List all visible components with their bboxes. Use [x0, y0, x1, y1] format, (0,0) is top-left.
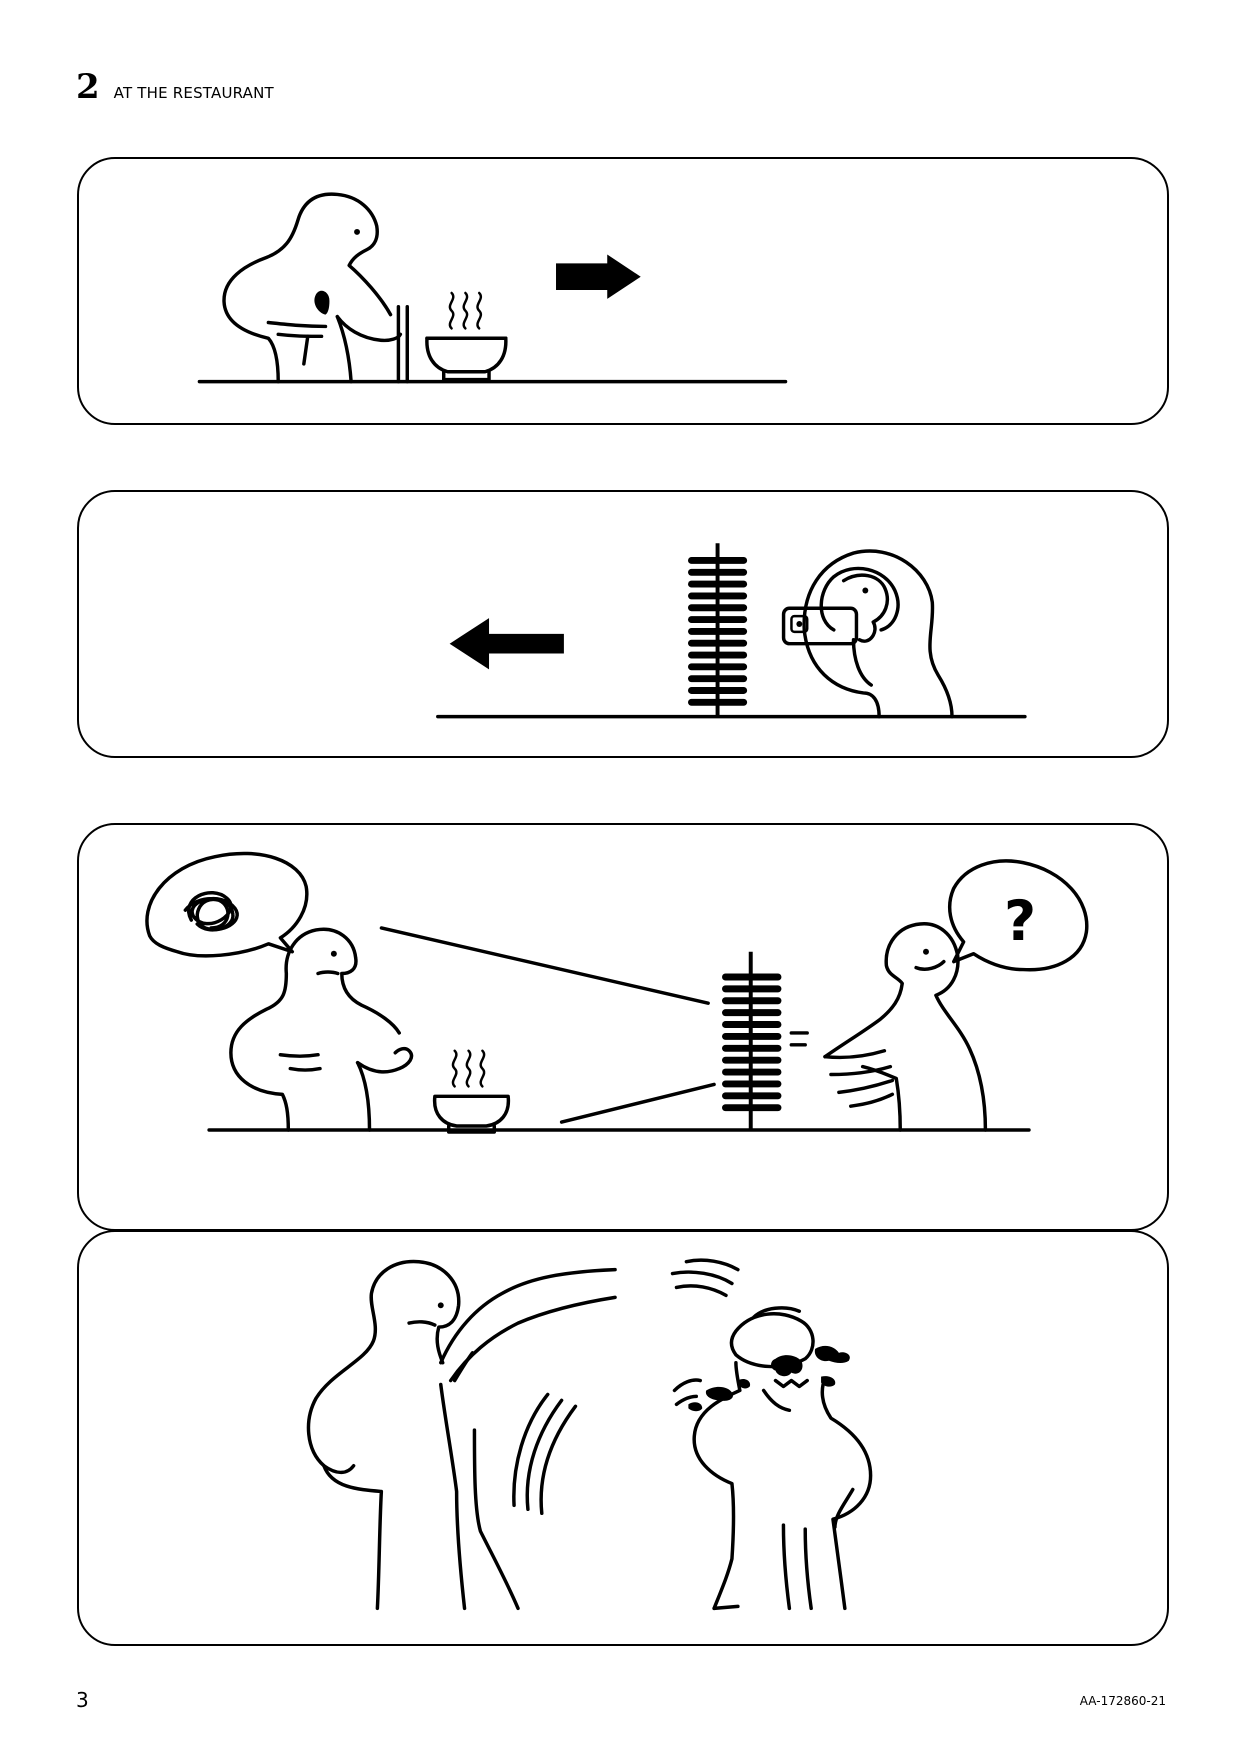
scribble-thought-icon: [145, 851, 309, 958]
cook-figure: [222, 192, 409, 384]
panel-1-cooking: [77, 157, 1169, 425]
page-header: 2 AT THE RESTAURANT: [76, 70, 274, 104]
panel-3-illustration: ?: [145, 851, 1089, 1134]
customer-figure-left: [229, 927, 414, 1132]
step-title: AT THE RESTAURANT: [113, 84, 274, 102]
cook-eye: [354, 228, 360, 235]
victim-figure: [670, 1258, 873, 1611]
sightline-bottom: [559, 1082, 716, 1124]
thrower-figure: [306, 1259, 617, 1611]
panel-1-illustration: [197, 192, 788, 384]
step-number: 2: [76, 67, 100, 107]
thrower-eye: [437, 1302, 444, 1309]
panel-2-photographing: [77, 490, 1169, 758]
photographer-figure: [781, 549, 954, 719]
page-number: 3: [76, 1688, 89, 1712]
divider-rack: [688, 543, 748, 717]
question-thought-bubble: ?: [947, 859, 1089, 972]
customer-eye: [330, 950, 337, 957]
panel-3-confrontation: ?: [77, 823, 1169, 1231]
arrow-left-icon: [449, 618, 564, 670]
sightline-top: [379, 926, 710, 1005]
panel-4-throwing: [77, 1230, 1169, 1646]
customer-right-eye: [923, 948, 929, 955]
document-code: AA-172860-21: [1079, 1694, 1166, 1708]
arrow-right-icon: [556, 254, 641, 299]
phone-icon: [781, 606, 859, 646]
question-mark: ?: [1004, 890, 1036, 954]
panel-4-illustration: [306, 1258, 873, 1611]
divider-rack: [722, 951, 782, 1130]
steaming-bowl: [425, 291, 508, 382]
customer-figure-right: [823, 922, 988, 1132]
photographer-eye: [862, 587, 869, 594]
steaming-bowl: [432, 1049, 511, 1134]
panel-2-illustration: [436, 543, 1027, 719]
